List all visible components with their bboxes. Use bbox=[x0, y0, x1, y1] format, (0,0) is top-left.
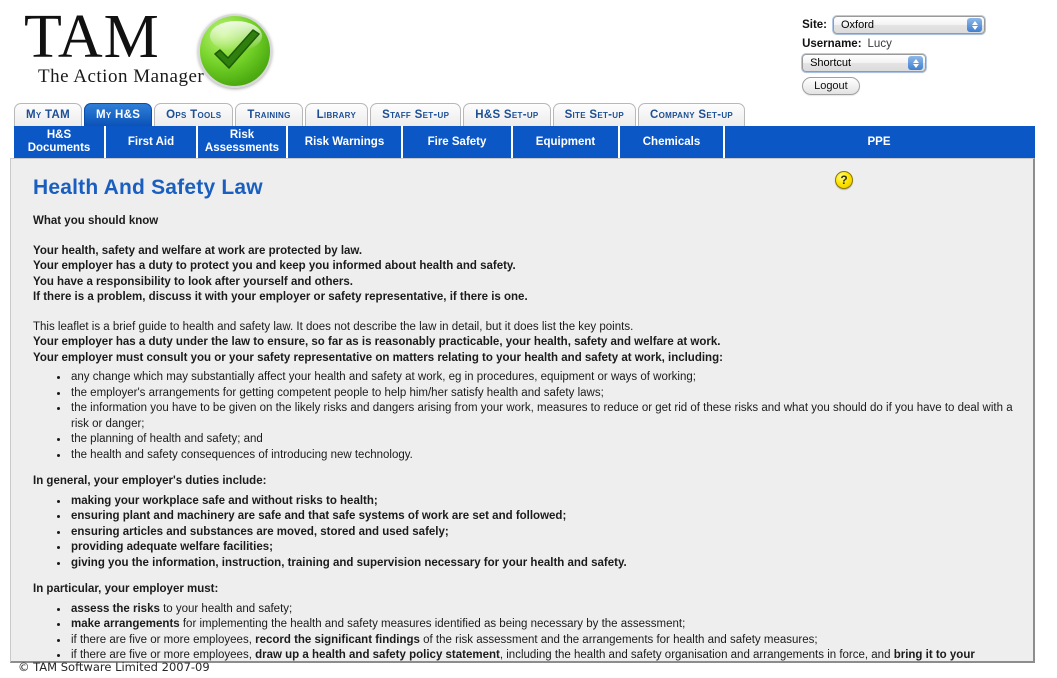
main-tab-site-set-up[interactable]: Site Set-up bbox=[552, 103, 637, 126]
sub-tab-ppe[interactable]: PPE bbox=[725, 126, 1033, 158]
content-panel: ? Health And Safety Law What you should … bbox=[10, 158, 1035, 663]
list-item-text: for implementing the health and safety m… bbox=[179, 618, 686, 630]
intro-lines: Your health, safety and welfare at work … bbox=[33, 244, 1019, 306]
list-item: make arrangements for implementing the h… bbox=[69, 617, 1019, 633]
sub-nav-bar: H&S Documents First Aid Risk Assessments Ri… bbox=[14, 126, 1035, 158]
brand-logo[interactable]: TAM The Action Manager bbox=[24, 6, 273, 88]
list-item: the planning of health and safety; and bbox=[69, 432, 1019, 448]
list-item: any change which may substantially affec… bbox=[69, 370, 1019, 386]
general-bullet-list: making your workplace safe and without r… bbox=[33, 494, 1019, 572]
list-item-text: , including the health and safety organi… bbox=[499, 649, 894, 661]
sub-tab-first-aid[interactable]: First Aid bbox=[106, 126, 198, 158]
content-panel-inner: ? Health And Safety Law What you should … bbox=[11, 159, 1033, 662]
list-item-text: to your health and safety; bbox=[159, 602, 293, 615]
list-item: ensuring articles and substances are mov… bbox=[69, 525, 1019, 541]
main-tab-bar: My TAM My H&S Ops Tools Training Library Staf… bbox=[14, 103, 747, 126]
intro-line: If there is a problem, discuss it with y… bbox=[33, 291, 528, 303]
sub-tab-risk-assessments[interactable]: Risk Assessments bbox=[198, 126, 288, 158]
intro-line: You have a responsibility to look after … bbox=[33, 275, 353, 288]
list-item-emphasis: record the significant findings bbox=[255, 633, 420, 646]
list-item: the health and safety consequences of in… bbox=[69, 448, 1019, 464]
sub-tab-risk-warnings[interactable]: Risk Warnings bbox=[288, 126, 403, 158]
site-select-value: Oxford bbox=[841, 19, 875, 31]
list-item-emphasis: make arrangements bbox=[71, 618, 180, 630]
list-item: assess the risks to your health and safe… bbox=[69, 602, 1019, 618]
list-item: if there are five or more employees, rec… bbox=[69, 633, 1019, 649]
main-tab-ops-tools[interactable]: Ops Tools bbox=[154, 103, 234, 126]
brand-name: TAM bbox=[24, 3, 160, 71]
list-item-emphasis: draw up a health and safety policy state… bbox=[255, 649, 500, 661]
main-tab-company-set-up[interactable]: Company Set-up bbox=[638, 103, 746, 126]
particular-bullet-list: assess the risks to your health and safe… bbox=[33, 602, 1019, 662]
section-heading-in-general: In general, your employer's duties inclu… bbox=[33, 475, 267, 487]
chevron-updown-icon bbox=[967, 18, 982, 32]
article-body: What you should know Your health, safety… bbox=[33, 214, 1019, 662]
section-heading-in-particular: In particular, your employer must: bbox=[33, 583, 219, 595]
main-tab-my-h-s[interactable]: My H&S bbox=[83, 103, 153, 126]
logout-button[interactable]: Logout bbox=[802, 77, 860, 95]
leaflet-line: This leaflet is a brief guide to health … bbox=[33, 320, 634, 333]
site-selector-row: Site: Oxford bbox=[802, 16, 985, 34]
list-item: giving you the information, instruction,… bbox=[69, 556, 1019, 572]
brand-logo-text: TAM The Action Manager bbox=[24, 6, 204, 88]
site-select[interactable]: Oxford bbox=[833, 16, 985, 34]
main-tab-my-tam[interactable]: My TAM bbox=[14, 103, 82, 126]
username-value: Lucy bbox=[867, 38, 892, 50]
list-item-text: if there are five or more employees, bbox=[71, 633, 256, 646]
green-check-badge-icon bbox=[198, 14, 273, 88]
section-heading-what-you-should-know: What you should know bbox=[33, 215, 159, 227]
sub-tab-equipment[interactable]: Equipment bbox=[513, 126, 620, 158]
account-controls: Site: Oxford Username: Lucy Shortcut Log… bbox=[802, 16, 985, 95]
list-item: ensuring plant and machinery are safe an… bbox=[69, 509, 1019, 525]
list-item: if there are five or more employees, dra… bbox=[69, 648, 1019, 661]
shortcut-select-value: Shortcut bbox=[810, 57, 852, 69]
site-label: Site: bbox=[802, 19, 827, 31]
list-item: the employer's arrangements for getting … bbox=[69, 386, 1019, 402]
page-header: TAM The Action Manager Site: Oxford User… bbox=[0, 0, 1057, 100]
main-tab-library[interactable]: Library bbox=[304, 103, 369, 126]
sub-tab-fire-safety[interactable]: Fire Safety bbox=[403, 126, 513, 158]
brand-tagline: The Action Manager bbox=[38, 66, 205, 87]
intro-line: Your employer has a duty to protect you … bbox=[33, 260, 516, 272]
shortcut-select[interactable]: Shortcut bbox=[802, 54, 927, 72]
consult-line: Your employer must consult you or your s… bbox=[33, 351, 723, 364]
footer-copyright: © TAM Software Limited 2007-09 bbox=[18, 660, 210, 674]
list-item: the information you have to be given on … bbox=[69, 401, 1019, 432]
list-item-emphasis: assess the risks bbox=[71, 602, 160, 615]
shortcut-row: Shortcut bbox=[802, 54, 985, 72]
sub-tab-h-s-documents[interactable]: H&S Documents bbox=[14, 126, 106, 158]
list-item: providing adequate welfare facilities; bbox=[69, 540, 1019, 556]
app-root: TAM The Action Manager Site: Oxford User… bbox=[0, 0, 1057, 678]
list-item-text: of the risk assessment and the arrangeme… bbox=[419, 633, 818, 646]
chevron-updown-icon bbox=[908, 56, 924, 70]
intro-line: Your health, safety and welfare at work … bbox=[33, 244, 363, 257]
duty-line: Your employer has a duty under the law t… bbox=[33, 336, 721, 348]
consult-bullet-list: any change which may substantially affec… bbox=[33, 370, 1019, 463]
page-title: Health And Safety Law bbox=[33, 176, 263, 199]
question-mark-help-icon[interactable]: ? bbox=[835, 171, 853, 189]
main-tab-h-s-set-up[interactable]: H&S Set-up bbox=[463, 103, 551, 126]
main-tab-training[interactable]: Training bbox=[235, 103, 303, 126]
username-row: Username: Lucy bbox=[802, 38, 985, 50]
username-label: Username: bbox=[802, 38, 862, 50]
list-item: making your workplace safe and without r… bbox=[69, 494, 1019, 510]
main-tab-staff-set-up[interactable]: Staff Set-up bbox=[370, 103, 462, 126]
sub-tab-chemicals[interactable]: Chemicals bbox=[620, 126, 725, 158]
